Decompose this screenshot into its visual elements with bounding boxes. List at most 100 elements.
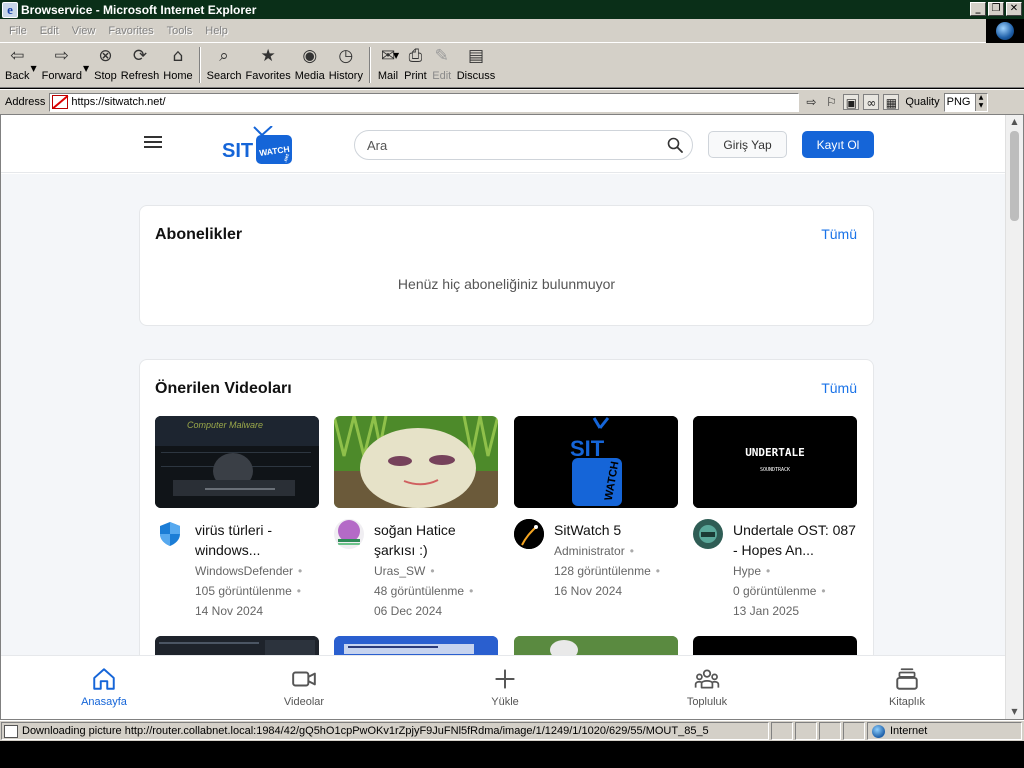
refresh-button[interactable]: ⟳ Refresh	[119, 43, 162, 87]
video-channel-line: Hype •	[733, 564, 770, 578]
ie-app-icon[interactable]: e	[2, 1, 18, 18]
video-channel[interactable]: WindowsDefender	[195, 564, 293, 578]
channel-avatar[interactable]	[514, 519, 544, 549]
nav-upload-label: Yükle	[491, 696, 519, 708]
video-channel[interactable]: Administrator	[554, 544, 625, 558]
go-arrow-icon[interactable]: ⇨	[803, 94, 819, 110]
favorites-button[interactable]: ★ Favorites	[244, 43, 293, 87]
page-loading-icon	[4, 724, 18, 738]
menu-edit[interactable]: Edit	[33, 25, 65, 37]
video-thumbnail[interactable]: SIT WATCH	[514, 416, 678, 508]
video-title[interactable]: Undertale OST: 087 - Hopes An...	[733, 520, 857, 560]
video-title[interactable]: virüs türleri - windows...	[195, 520, 319, 560]
search-box[interactable]	[354, 130, 693, 160]
nav-home[interactable]: Anasayfa	[44, 656, 164, 719]
print-button[interactable]: ⎙ Print	[402, 43, 429, 87]
back-button[interactable]: ⇦ Back	[3, 43, 31, 87]
restore-button[interactable]: ❐	[988, 2, 1004, 16]
video-channel[interactable]: Hype	[733, 564, 761, 578]
quality-spinner-icon[interactable]: ▲ ▼	[974, 93, 987, 111]
search-magnifier-icon: ⌕	[219, 46, 229, 66]
nav-upload[interactable]: Yükle	[445, 656, 565, 719]
discuss-button[interactable]: ▤ Discuss	[455, 43, 498, 87]
printer-icon: ⎙	[408, 46, 423, 66]
mail-dropdown-icon[interactable]: ▼	[393, 51, 399, 60]
minimize-button[interactable]: _	[970, 2, 986, 16]
menu-file[interactable]: File	[0, 25, 33, 37]
menu-tools[interactable]: Tools	[160, 25, 199, 37]
signup-button[interactable]: Kayıt Ol	[802, 131, 874, 158]
ie-throbber-logo	[986, 19, 1024, 43]
address-input[interactable]: https://sitwatch.net/	[49, 92, 800, 112]
search-icon[interactable]	[667, 137, 683, 153]
back-dropdown-icon[interactable]: ▼	[30, 58, 36, 73]
forward-button[interactable]: ⇨ Forward	[40, 43, 84, 87]
menu-view[interactable]: View	[65, 25, 102, 37]
edit-button[interactable]: ✎ Edit	[429, 43, 455, 87]
stop-icon: ⊗	[98, 46, 113, 66]
mail-button[interactable]: ✉ Mail	[375, 43, 401, 87]
main-content: Abonelikler Tümü Henüz hiç aboneliğiniz …	[1, 174, 1006, 679]
standard-toolbar: ⇦ Back ▼ ⇨ Forward ▼ ⊗ Stop ⟳ Refresh ⌂ …	[0, 43, 1024, 88]
clipboard-icon[interactable]: ▦	[883, 94, 900, 110]
menu-help[interactable]: Help	[198, 25, 234, 37]
video-thumbnail[interactable]: Computer Malware	[155, 416, 319, 508]
sitwatch-logo[interactable]: SIT WATCH .net	[222, 126, 296, 166]
video-title[interactable]: soğan Hatice şarkısı :)	[374, 520, 498, 560]
quality-select[interactable]: PNG ▲ ▼	[943, 92, 988, 112]
stop-button[interactable]: ⊗ Stop	[92, 43, 119, 87]
video-title[interactable]: SitWatch 5	[554, 520, 678, 540]
video-channel-line: Administrator •	[554, 544, 634, 558]
insecure-page-icon	[52, 95, 69, 109]
video-card[interactable]: SIT WATCH SitWatch 5 Administrator • 128 …	[514, 416, 678, 598]
subscriptions-empty-message: Henüz hiç aboneliğiniz bulunmuyor	[397, 276, 616, 292]
find-binoculars-icon[interactable]: ∞	[863, 94, 880, 110]
status-cell	[771, 722, 793, 740]
video-thumbnail-image: Computer Malware	[155, 416, 319, 508]
video-card[interactable]: soğan Hatice şarkısı :) Uras_SW • 48 görü…	[334, 416, 498, 618]
forward-arrow-icon: ⇨	[54, 46, 69, 66]
nav-library[interactable]: Kitaplık	[847, 656, 967, 719]
video-card[interactable]: Computer Malware virüs türleri - windows…	[155, 416, 319, 618]
zoom-icon[interactable]: ▣	[843, 94, 860, 110]
video-views-line: 105 görüntülenme •	[195, 584, 301, 598]
login-button[interactable]: Giriş Yap	[708, 131, 787, 158]
scrollbar-thumb[interactable]	[1010, 131, 1019, 221]
nav-videos[interactable]: Videolar	[244, 656, 364, 719]
video-channel[interactable]: Uras_SW	[374, 564, 425, 578]
status-cell	[795, 722, 817, 740]
channel-avatar[interactable]	[155, 519, 185, 549]
thumb1-text: Computer Malware	[187, 420, 263, 430]
close-button[interactable]: ✕	[1006, 2, 1022, 16]
bookmark-icon[interactable]: ⚐	[823, 94, 839, 110]
search-button[interactable]: ⌕ Search	[205, 43, 244, 87]
video-views: 128 görüntülenme	[554, 564, 651, 578]
hamburger-menu-icon[interactable]	[144, 134, 162, 152]
history-button[interactable]: ◷ History	[327, 43, 365, 87]
channel-avatar[interactable]	[693, 519, 723, 549]
nav-community[interactable]: Topluluk	[647, 656, 767, 719]
subscriptions-all-link[interactable]: Tümü	[821, 226, 857, 242]
page-scrollbar[interactable]: ▲ ▼	[1005, 115, 1023, 719]
channel-avatar[interactable]	[334, 519, 364, 549]
refresh-icon: ⟳	[132, 46, 148, 66]
video-card[interactable]: UNDERTALE SOUNDTRACK Undertale OST: 087 …	[693, 416, 857, 618]
video-thumbnail[interactable]: UNDERTALE SOUNDTRACK	[693, 416, 857, 508]
search-input[interactable]	[367, 137, 657, 153]
home-button[interactable]: ⌂ Home	[161, 43, 194, 87]
scroll-up-icon[interactable]: ▲	[1010, 117, 1019, 127]
separator-dot: •	[469, 584, 474, 598]
internet-zone-globe-icon	[872, 724, 885, 738]
forward-dropdown-icon[interactable]: ▼	[83, 58, 89, 73]
separator-dot: •	[629, 544, 634, 558]
toolbar-separator	[198, 47, 201, 83]
logo-sit-text: SIT	[222, 140, 253, 162]
status-cell	[843, 722, 865, 740]
recommended-all-link[interactable]: Tümü	[821, 380, 857, 396]
window-title-bar: e Browservice - Microsoft Internet Explo…	[0, 0, 1024, 19]
menu-favorites[interactable]: Favorites	[101, 25, 159, 37]
video-thumbnail[interactable]	[334, 416, 498, 508]
recommended-title: Önerilen Videoları	[155, 380, 292, 397]
media-button[interactable]: ◉ Media	[293, 43, 327, 87]
scroll-down-icon[interactable]: ▼	[1010, 707, 1019, 717]
